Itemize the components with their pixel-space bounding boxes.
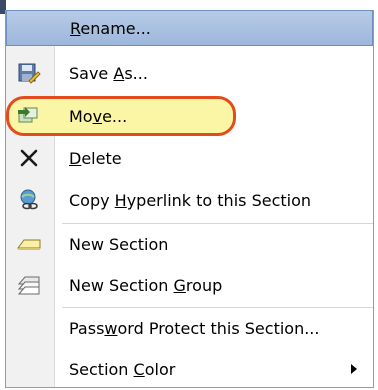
new-section-icon: [13, 228, 45, 260]
move-icon: [13, 100, 45, 132]
delete-x-icon: [13, 142, 45, 174]
menu-item-label: Save As...: [69, 63, 148, 83]
menu-separator: [62, 223, 373, 224]
menu-item-rename[interactable]: Rename...: [6, 10, 373, 46]
menu-item-label: Password Protect this Section...: [69, 318, 320, 338]
save-as-icon: [13, 57, 45, 89]
menu-item-move[interactable]: Move...: [6, 98, 373, 134]
menu-item-label: Delete: [69, 148, 122, 168]
menu-separator: [62, 307, 373, 308]
menu-item-label: Copy Hyperlink to this Section: [69, 190, 312, 210]
menu-item-new-section[interactable]: New Section: [6, 226, 373, 262]
menu-item-label: Move...: [69, 106, 128, 126]
menu-item-section-color[interactable]: Section Color: [6, 351, 373, 387]
menu-item-save-as[interactable]: Save As...: [6, 55, 373, 91]
menu-item-delete[interactable]: Delete: [6, 140, 373, 176]
menu-item-password-protect[interactable]: Password Protect this Section...: [6, 310, 373, 346]
menu-item-label: Section Color: [69, 359, 176, 379]
menu-item-copy-hyperlink[interactable]: Copy Hyperlink to this Section: [6, 182, 373, 218]
menu-item-new-section-group[interactable]: New Section Group: [6, 267, 373, 303]
new-section-group-icon: [13, 269, 45, 301]
menu-item-label: New Section: [69, 234, 169, 254]
submenu-arrow-icon: [351, 364, 357, 374]
menu-item-label: Rename...: [70, 18, 151, 38]
context-menu: Rename... Save As... Move... Delete Copy…: [5, 10, 374, 388]
hyperlink-icon: [13, 184, 45, 216]
menu-item-label: New Section Group: [69, 275, 223, 295]
